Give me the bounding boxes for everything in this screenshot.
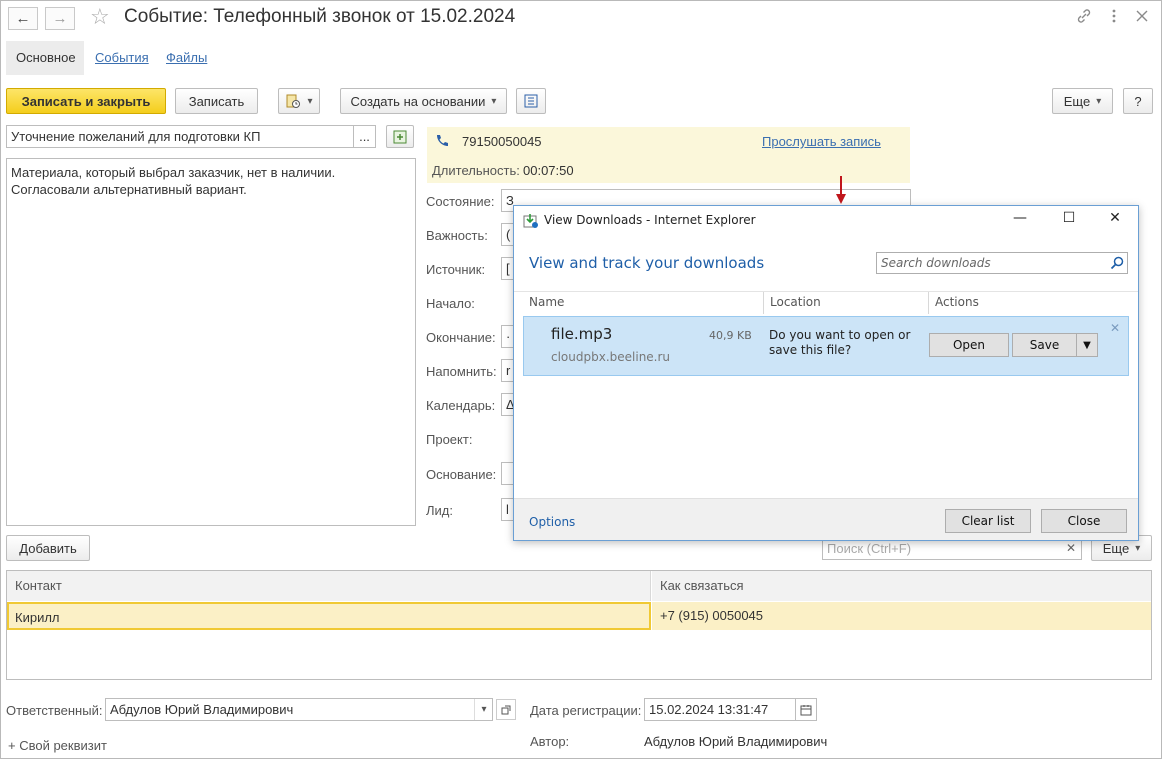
- responsible-input[interactable]: Абдулов Юрий Владимирович: [105, 698, 493, 721]
- save-dropdown-button[interactable]: ▼: [1076, 333, 1098, 357]
- listen-recording-link[interactable]: Прослушать запись: [762, 134, 881, 149]
- chevron-down-icon: ▼: [1083, 339, 1091, 351]
- field-label-importance: Важность:: [426, 228, 488, 243]
- table-cell-how[interactable]: +7 (915) 0050045: [652, 602, 1151, 630]
- contacts-more-label: Еще: [1102, 540, 1130, 556]
- downloads-heading: View and track your downloads: [529, 254, 765, 272]
- registration-date-input[interactable]: 15.02.2024 13:31:47: [644, 698, 796, 721]
- tab-main[interactable]: Основное: [6, 41, 84, 75]
- author-value: Абдулов Юрий Владимирович: [644, 734, 828, 749]
- field-label-remind: Напомнить:: [426, 364, 497, 379]
- star-icon[interactable]: ☆: [90, 4, 110, 30]
- call-phone-number: 79150050045: [462, 134, 542, 149]
- calendar-icon: [800, 704, 812, 715]
- save-button[interactable]: Записать: [175, 88, 258, 114]
- clear-list-button[interactable]: Clear list: [945, 509, 1031, 533]
- structure-button[interactable]: [516, 88, 546, 114]
- field-label-source: Источник:: [426, 262, 486, 277]
- tab-files[interactable]: Файлы: [166, 41, 207, 75]
- close-window-icon[interactable]: [1134, 8, 1150, 29]
- create-based-on-button[interactable]: Создать на основании: [340, 88, 507, 114]
- duration-label: Длительность:: [432, 163, 520, 178]
- more-button[interactable]: Еще: [1052, 88, 1113, 114]
- phone-call-icon: [434, 133, 450, 152]
- table-cell-contact[interactable]: Кирилл: [7, 602, 651, 630]
- maximize-icon: ☐: [1062, 210, 1076, 226]
- header-divider: [514, 291, 1138, 292]
- download-file-size: 40,9 KB: [709, 329, 752, 342]
- open-window-icon: [501, 705, 511, 714]
- add-contact-button[interactable]: Добавить: [6, 535, 90, 561]
- clear-search-icon[interactable]: ✕: [1066, 541, 1076, 555]
- duration-value: 00:07:50: [523, 163, 574, 178]
- responsible-open-button[interactable]: [496, 699, 516, 720]
- remove-item-icon[interactable]: ✕: [1110, 321, 1120, 335]
- minimize-button[interactable]: —: [1005, 210, 1035, 226]
- hierarchy-icon: [524, 94, 538, 108]
- forward-button[interactable]: →: [45, 7, 75, 30]
- column-location[interactable]: Location: [770, 295, 821, 309]
- field-label-lead: Лид:: [426, 503, 453, 518]
- column-separator: [928, 292, 929, 314]
- download-source: cloudpbx.beeline.ru: [551, 350, 671, 364]
- link-icon[interactable]: [1076, 8, 1092, 29]
- more-label: Еще: [1063, 93, 1091, 109]
- subject-add-button[interactable]: [386, 125, 414, 148]
- more-vertical-icon[interactable]: [1106, 8, 1122, 29]
- search-icon[interactable]: [1110, 256, 1124, 274]
- arrow-right-icon: →: [52, 10, 68, 27]
- calendar-button[interactable]: [795, 698, 817, 721]
- save-file-button[interactable]: Save: [1012, 333, 1077, 357]
- column-header-contact[interactable]: Контакт: [7, 571, 651, 601]
- download-question: Do you want to open or save this file?: [769, 328, 911, 357]
- subject-input[interactable]: Уточнение пожеланий для подготовки КП: [6, 125, 354, 148]
- field-label-basis: Основание:: [426, 467, 497, 482]
- tab-events[interactable]: События: [95, 41, 149, 75]
- ie-downloads-icon: [523, 213, 539, 233]
- custom-property-link[interactable]: + Свой реквизит: [8, 738, 107, 753]
- ie-downloads-dialog: View Downloads - Internet Explorer — ☐ ✕…: [513, 205, 1139, 541]
- download-file-name: file.mp3: [551, 325, 613, 343]
- document-clock-icon: [286, 94, 301, 108]
- column-header-how[interactable]: Как связаться: [652, 571, 1151, 601]
- help-button[interactable]: ?: [1123, 88, 1153, 114]
- maximize-button[interactable]: ☐: [1054, 210, 1084, 226]
- back-button[interactable]: ←: [8, 7, 38, 30]
- field-label-project: Проект:: [426, 432, 473, 447]
- create-based-on-label: Создать на основании: [350, 93, 486, 109]
- arrow-left-icon: ←: [15, 10, 31, 27]
- column-actions[interactable]: Actions: [935, 295, 979, 309]
- search-downloads-input[interactable]: Search downloads: [876, 252, 1128, 274]
- add-document-icon: [393, 130, 407, 143]
- print-menu-button[interactable]: [278, 88, 320, 114]
- subject-select-button[interactable]: ...: [353, 125, 376, 148]
- download-item[interactable]: file.mp3 40,9 KB cloudpbx.beeline.ru Do …: [523, 316, 1129, 376]
- author-label: Автор:: [530, 734, 570, 749]
- options-link[interactable]: Options: [529, 515, 575, 529]
- field-label-calendar: Календарь:: [426, 398, 496, 413]
- dialog-close-button[interactable]: ✕: [1100, 210, 1130, 226]
- minimize-icon: —: [1013, 210, 1027, 226]
- close-dialog-button[interactable]: Close: [1041, 509, 1127, 533]
- close-icon: ✕: [1109, 210, 1121, 226]
- registration-date-label: Дата регистрации:: [530, 703, 642, 718]
- window-title: Событие: Телефонный звонок от 15.02.2024: [124, 6, 516, 27]
- save-and-close-button[interactable]: Записать и закрыть: [6, 88, 166, 114]
- column-separator: [763, 292, 764, 314]
- field-label-end: Окончание:: [426, 330, 496, 345]
- ie-dialog-title: View Downloads - Internet Explorer: [544, 213, 756, 227]
- open-button[interactable]: Open: [929, 333, 1009, 357]
- field-label-state: Состояние:: [426, 194, 495, 209]
- responsible-label: Ответственный:: [6, 703, 103, 718]
- field-label-start: Начало:: [426, 296, 475, 311]
- responsible-dropdown-icon[interactable]: ▾: [474, 699, 493, 720]
- description-textarea[interactable]: Материала, который выбрал заказчик, нет …: [6, 158, 416, 526]
- column-name[interactable]: Name: [529, 295, 564, 309]
